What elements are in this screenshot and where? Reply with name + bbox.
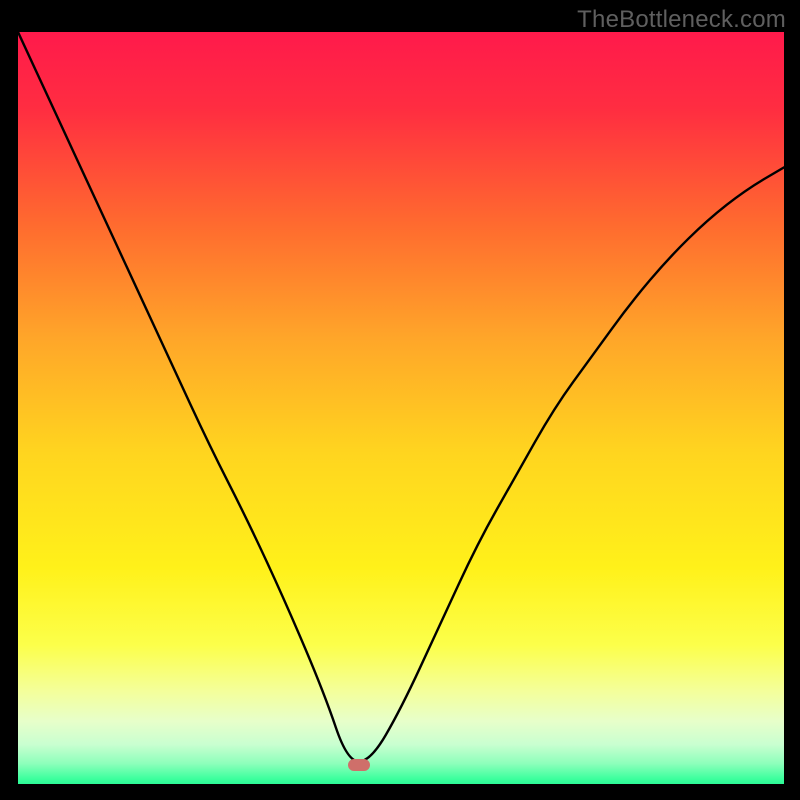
optimum-marker	[348, 759, 370, 771]
plot-area	[18, 32, 784, 784]
bottleneck-curve	[18, 32, 784, 784]
watermark-text: TheBottleneck.com	[577, 6, 786, 34]
chart-frame: TheBottleneck.com	[0, 0, 800, 800]
